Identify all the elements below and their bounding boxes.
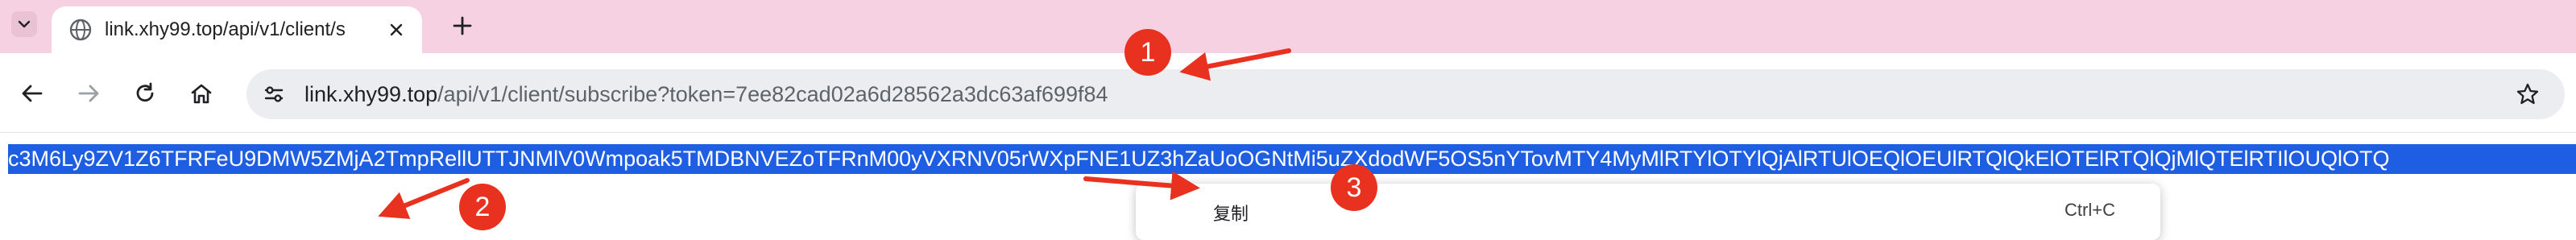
reload-button[interactable]	[129, 77, 161, 110]
tab-title: link.xhy99.top/api/v1/client/s	[105, 19, 346, 40]
annotation-badge-1: 1	[1124, 29, 1171, 76]
url-path: /api/v1/client/subscribe?token=7ee82cad0…	[437, 82, 1108, 106]
address-bar[interactable]: link.xhy99.top/api/v1/client/subscribe?t…	[246, 69, 2565, 119]
chevron-down-icon	[18, 20, 31, 28]
home-icon	[191, 84, 212, 104]
new-tab-button[interactable]	[448, 11, 477, 40]
active-tab[interactable]: link.xhy99.top/api/v1/client/s	[52, 6, 422, 53]
arrow-right-icon	[78, 85, 99, 102]
site-info-button[interactable]	[261, 81, 287, 107]
bookmark-button[interactable]	[2515, 81, 2541, 107]
tab-strip: link.xhy99.top/api/v1/client/s	[0, 0, 2576, 53]
menu-item-shortcut: Ctrl+C	[2065, 200, 2115, 220]
forward-button[interactable]	[72, 77, 105, 110]
annotation-badge-3: 3	[1331, 164, 1377, 211]
plus-icon	[453, 16, 472, 35]
context-menu-copy[interactable]: 复制 Ctrl+C	[1136, 192, 2160, 229]
back-button[interactable]	[16, 77, 48, 110]
tune-icon	[264, 86, 284, 102]
selected-subscription-text[interactable]: c3M6Ly9ZV1Z6TFRFeU9DMW5ZMjA2TmpRellUTTJN…	[8, 144, 2576, 174]
globe-icon	[69, 19, 92, 41]
home-button[interactable]	[185, 77, 217, 110]
browser-toolbar: link.xhy99.top/api/v1/client/subscribe?t…	[0, 53, 2576, 133]
star-icon	[2516, 83, 2539, 105]
url-host: link.xhy99.top	[304, 82, 438, 106]
annotation-badge-2: 2	[459, 184, 506, 230]
tab-close-button[interactable]	[387, 20, 406, 39]
url-text[interactable]: link.xhy99.top/api/v1/client/subscribe?t…	[304, 82, 1108, 106]
arrow-left-icon	[22, 85, 43, 102]
menu-item-label: 复制	[1213, 204, 1249, 224]
reload-icon	[136, 82, 154, 102]
close-icon	[390, 23, 403, 36]
tab-search-button[interactable]	[11, 11, 37, 37]
context-menu: 复制 Ctrl+C	[1136, 184, 2160, 240]
